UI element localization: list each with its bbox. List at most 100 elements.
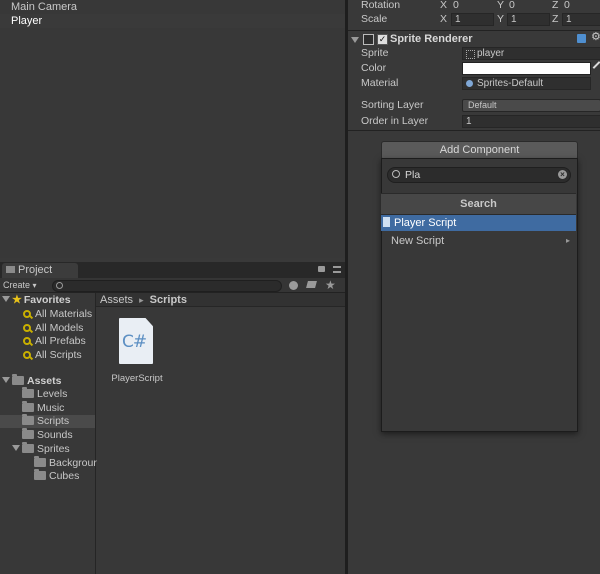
- hierarchy-item-main-camera[interactable]: Main Camera: [0, 0, 345, 14]
- favorite-star-icon[interactable]: ★: [325, 278, 336, 292]
- tree-item-all-materials[interactable]: All Materials: [23, 308, 92, 321]
- hierarchy-item-player[interactable]: Player: [0, 14, 345, 28]
- material-value: Sprites-Default: [477, 78, 544, 89]
- expand-arrow-icon[interactable]: [2, 377, 10, 383]
- tree-item-label: All Materials: [35, 308, 93, 320]
- folder-icon: [12, 374, 24, 385]
- sprite-value: player: [477, 48, 505, 59]
- clear-search-icon[interactable]: ×: [558, 170, 567, 179]
- folder-icon: [22, 401, 34, 412]
- help-book-icon[interactable]: [577, 34, 586, 43]
- tree-item-label: Sprites: [37, 443, 70, 455]
- component-title: Sprite Renderer: [390, 33, 473, 45]
- tree-item-all-models[interactable]: All Models: [23, 322, 83, 335]
- folder-icon: [6, 266, 15, 273]
- create-label: Create: [3, 280, 31, 290]
- breadcrumb-assets[interactable]: Assets: [100, 294, 133, 306]
- folder-icon: [22, 428, 34, 439]
- sorting-layer-label: Sorting Layer: [361, 99, 424, 111]
- tree-item-music[interactable]: Music: [22, 401, 64, 415]
- sprite-label: Sprite: [361, 47, 389, 59]
- tree-item-scripts[interactable]: Scripts: [0, 414, 95, 428]
- component-search-input[interactable]: Pla ×: [387, 167, 571, 183]
- folder-icon: [34, 456, 46, 467]
- component-item-player-script[interactable]: Player Script: [381, 215, 576, 231]
- popup-header: Search: [381, 193, 576, 215]
- tree-item-label: Cubes: [49, 470, 80, 482]
- sorting-layer-dropdown[interactable]: Default: [462, 99, 600, 112]
- tree-item-sprites[interactable]: Sprites: [12, 442, 70, 456]
- tree-item-label: All Scripts: [35, 349, 82, 361]
- expand-arrow-icon[interactable]: [12, 445, 20, 451]
- component-item-label: Player Script: [394, 217, 457, 229]
- component-item-label: New Script: [391, 235, 445, 247]
- tree-item-cubes[interactable]: Cubes: [34, 469, 80, 483]
- breadcrumb-separator-icon: ▸: [139, 295, 144, 305]
- tab-project[interactable]: Project: [2, 263, 78, 278]
- rotation-y-field[interactable]: 0: [509, 0, 515, 11]
- scale-x-field[interactable]: 1: [451, 13, 494, 26]
- color-label: Color: [361, 62, 387, 74]
- filter-type-icon[interactable]: [289, 281, 298, 290]
- asset-playerscript[interactable]: C# PlayerScript: [106, 315, 168, 387]
- component-search-value: Pla: [405, 169, 421, 181]
- rotation-x-axis[interactable]: X: [440, 0, 447, 11]
- breadcrumb-scripts[interactable]: Scripts: [150, 294, 187, 306]
- lock-icon[interactable]: [318, 266, 325, 272]
- order-in-layer-field[interactable]: 1: [462, 115, 600, 128]
- rotation-z-field[interactable]: 0: [564, 0, 570, 11]
- tree-item-all-prefabs[interactable]: All Prefabs: [23, 335, 86, 348]
- search-icon: [23, 324, 31, 332]
- create-button[interactable]: Create ▾: [3, 279, 43, 291]
- rotation-y-axis[interactable]: Y: [497, 0, 504, 11]
- filter-label-icon[interactable]: [306, 281, 317, 288]
- star-icon: ★: [12, 294, 22, 306]
- tree-assets[interactable]: Assets: [2, 374, 62, 388]
- enabled-checkbox[interactable]: ✓: [377, 34, 388, 45]
- component-separator: [348, 30, 600, 31]
- tree-item-all-scripts[interactable]: All Scripts: [23, 349, 82, 362]
- scale-x-axis[interactable]: X: [440, 13, 447, 25]
- scale-y-field[interactable]: 1: [507, 13, 550, 26]
- hierarchy-panel: Main Camera Player: [0, 0, 345, 258]
- sprite-field[interactable]: player: [462, 47, 600, 60]
- script-file-icon: [383, 217, 390, 227]
- expand-arrow-icon[interactable]: [2, 296, 10, 302]
- sorting-layer-value: Default: [468, 100, 497, 110]
- tree-item-label: Levels: [37, 388, 68, 400]
- folder-icon: [22, 414, 34, 425]
- rotation-z-axis[interactable]: Z: [552, 0, 558, 11]
- rotation-x-field[interactable]: 0: [453, 0, 459, 11]
- component-item-new-script[interactable]: New Script ▸: [381, 233, 576, 249]
- tree-item-label: Backgrour: [49, 457, 97, 469]
- foldout-arrow-icon[interactable]: [351, 37, 359, 43]
- material-field[interactable]: Sprites-Default: [462, 77, 591, 90]
- tree-item-label: All Prefabs: [35, 335, 86, 347]
- tree-item-levels[interactable]: Levels: [22, 387, 68, 401]
- sprite-renderer-icon: [363, 34, 374, 45]
- menu-icon[interactable]: [333, 266, 341, 273]
- csharp-file-icon: C#: [119, 318, 153, 364]
- material-label: Material: [361, 77, 399, 89]
- folder-icon: [22, 442, 34, 453]
- material-sphere-icon: [466, 80, 473, 87]
- color-swatch[interactable]: [462, 62, 591, 75]
- scale-z-axis[interactable]: Z: [552, 13, 558, 25]
- tree-item-label: Scripts: [37, 415, 70, 427]
- chevron-down-icon: ▾: [32, 281, 37, 290]
- scale-z-field[interactable]: 1: [562, 13, 600, 26]
- tree-item-label: All Models: [35, 322, 84, 334]
- project-search-input[interactable]: [52, 280, 282, 292]
- rotation-label: Rotation: [361, 0, 401, 11]
- folder-icon: [34, 469, 46, 480]
- tree-favorites[interactable]: ★ Favorites: [2, 294, 71, 307]
- component-separator: [348, 130, 600, 131]
- csharp-glyph: C#: [122, 332, 147, 352]
- tree-item-backgrounds[interactable]: Backgrour: [34, 456, 97, 470]
- order-in-layer-label: Order in Layer: [361, 115, 429, 127]
- tree-assets-label: Assets: [27, 375, 62, 387]
- scale-y-axis[interactable]: Y: [497, 13, 504, 25]
- tree-item-sounds[interactable]: Sounds: [22, 428, 73, 442]
- gear-icon[interactable]: ⚙: [591, 30, 600, 43]
- tab-project-label: Project: [18, 264, 53, 276]
